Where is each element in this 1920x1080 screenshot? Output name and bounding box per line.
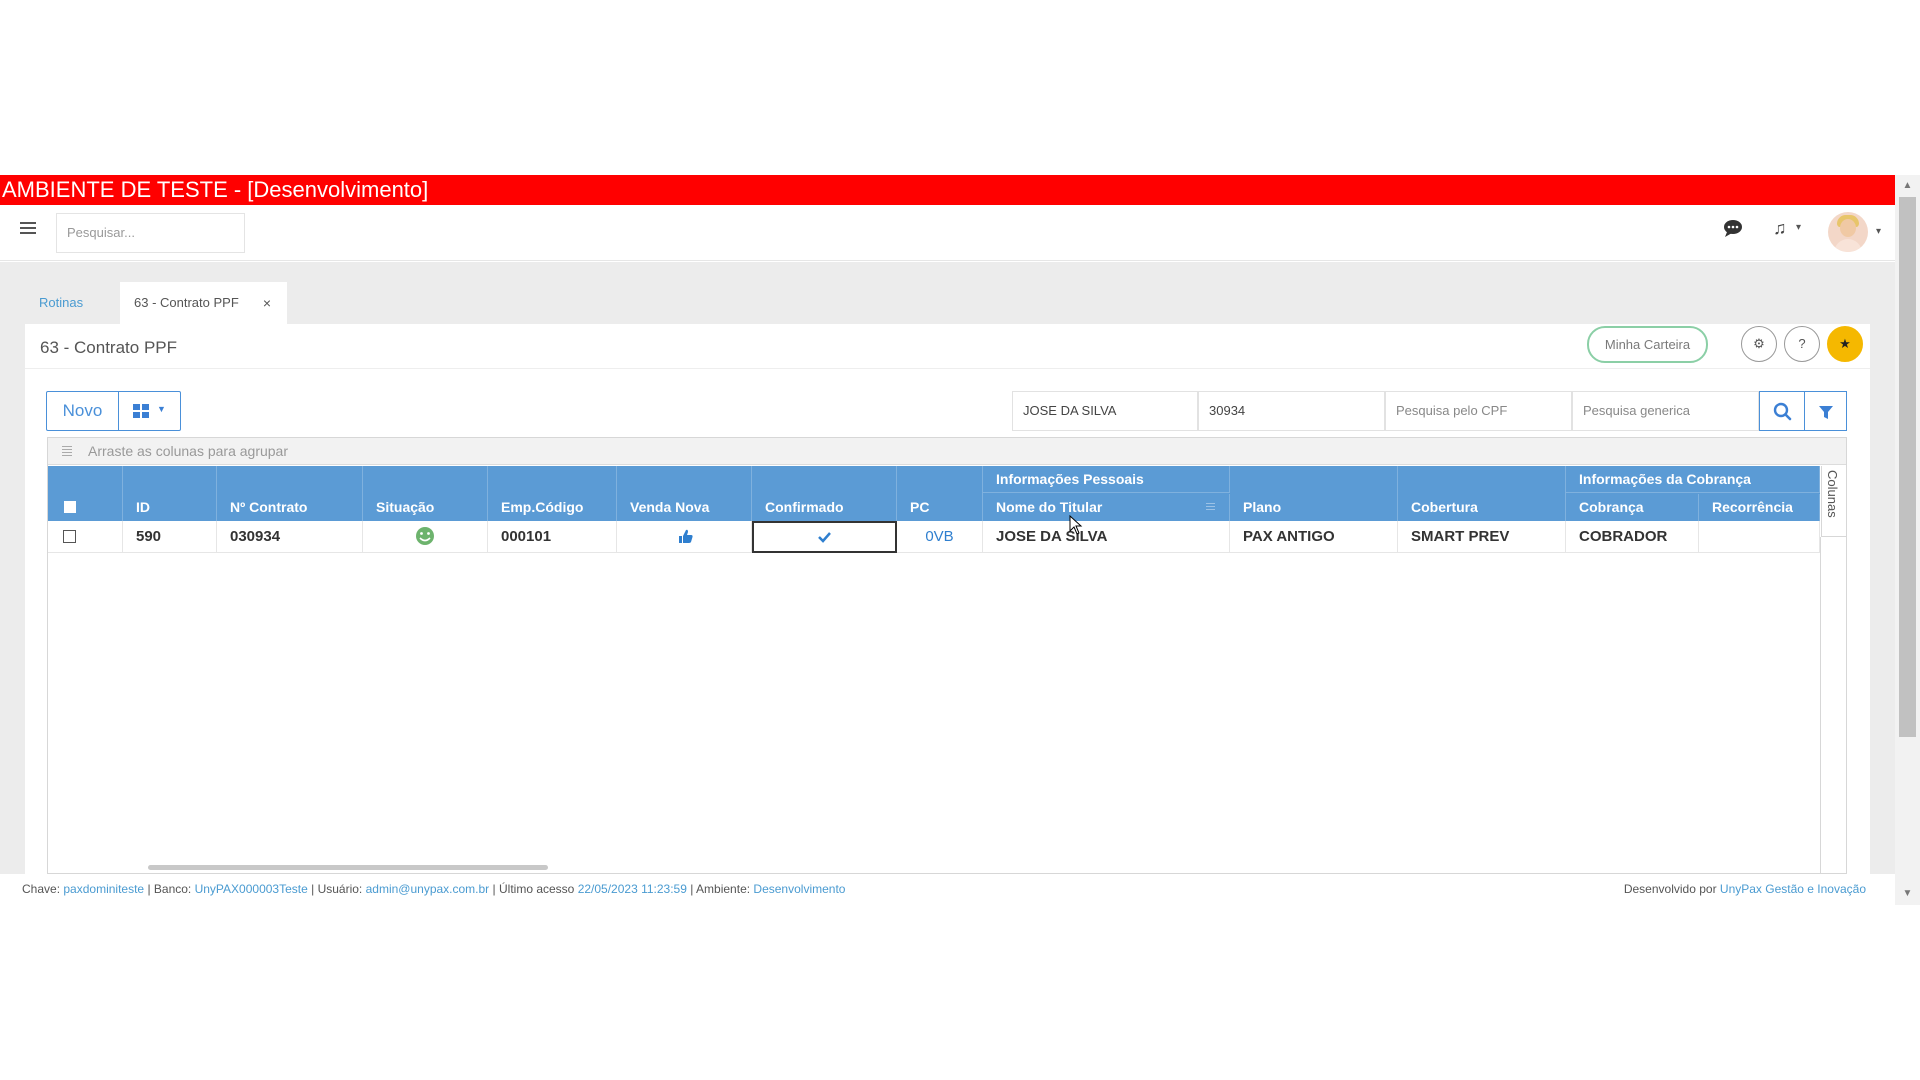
tab-rotinas[interactable]: Rotinas (25, 282, 120, 324)
cell-venda-nova (617, 521, 752, 553)
nome-filter-input[interactable]: JOSE DA SILVA (1012, 391, 1198, 431)
generic-filter-input[interactable]: Pesquisa generica (1572, 391, 1759, 431)
minha-carteira-button[interactable]: Minha Carteira (1587, 326, 1708, 363)
footer-acesso: 22/05/2023 11:23:59 (577, 882, 687, 896)
data-grid: Arraste as colunas para agrupar ID Nº Co… (47, 437, 1847, 874)
header-id[interactable]: ID (123, 466, 217, 521)
search-input[interactable]: Pesquisar... (56, 213, 245, 253)
thumbs-up-icon (679, 529, 693, 543)
star-icon[interactable]: ★ (1827, 326, 1863, 362)
row-select-cell (48, 521, 123, 553)
avatar-chevron-down-icon[interactable]: ▾ (1876, 226, 1881, 237)
scrollbar-thumb[interactable] (1899, 197, 1916, 737)
layout-dropdown-button[interactable]: ▼ (119, 391, 181, 431)
close-icon[interactable]: × (263, 282, 271, 324)
content-area: Rotinas 63 - Contrato PPF × 63 - Contrat… (0, 262, 1895, 874)
cell-contrato: 030934 (217, 521, 363, 553)
header-group-info-pessoais: Informações Pessoais (983, 466, 1230, 493)
header-contrato[interactable]: Nº Contrato (217, 466, 363, 521)
chat-icon[interactable] (1722, 219, 1744, 237)
divider (1820, 537, 1821, 874)
row-checkbox[interactable] (63, 530, 76, 543)
avatar[interactable] (1828, 212, 1868, 252)
cell-plano: PAX ANTIGO (1230, 521, 1398, 553)
header-venda-nova[interactable]: Venda Nova (617, 466, 752, 521)
chevron-down-icon[interactable]: ▾ (1796, 222, 1801, 233)
group-hint: Arraste as colunas para agrupar (88, 443, 288, 459)
columns-side-panel[interactable]: Colunas (1821, 466, 1846, 537)
header-cobranca[interactable]: Cobrança (1566, 494, 1699, 521)
mouse-cursor-icon (1069, 515, 1083, 535)
divider (25, 368, 1870, 369)
scroll-up-icon[interactable]: ▲ (1895, 177, 1920, 195)
header-cobertura[interactable]: Cobertura (1398, 466, 1566, 521)
tab-label: 63 - Contrato PPF (134, 295, 239, 310)
header-group-info-cobranca: Informações da Cobrança (1566, 466, 1820, 493)
footer-usuario[interactable]: admin@unypax.com.br (366, 882, 490, 896)
search-icon (1773, 402, 1792, 421)
cell-situacao (363, 521, 488, 553)
top-navbar: Pesquisar... ♫ ▾ ▾ (0, 205, 1895, 261)
header-recorrencia[interactable]: Recorrência (1699, 494, 1820, 521)
cell-cobranca: COBRADOR (1566, 521, 1699, 553)
gear-icon[interactable]: ⚙ (1741, 326, 1777, 362)
filter-button[interactable] (1805, 391, 1847, 431)
music-icon[interactable]: ♫ (1773, 218, 1787, 239)
scroll-down-icon[interactable]: ▼ (1895, 885, 1920, 903)
header-emp-codigo[interactable]: Emp.Código (488, 466, 617, 521)
header-select-all (48, 466, 123, 521)
footer-banco[interactable]: UnyPAX000003Teste (195, 882, 308, 896)
footer-credit: Desenvolvido por UnyPax Gestão e Inovaçã… (1623, 882, 1866, 896)
group-icon (62, 446, 72, 457)
columns-label: Colunas (1825, 470, 1840, 518)
header-pc[interactable]: PC (897, 466, 983, 521)
tab-contrato-ppf[interactable]: 63 - Contrato PPF × (120, 282, 287, 324)
cell-id: 590 (123, 521, 217, 553)
header-situacao[interactable]: Situação (363, 466, 488, 521)
cell-nome-titular: JOSE DA SILVA (983, 521, 1230, 553)
grid-header: ID Nº Contrato Situação Emp.Código Venda… (48, 466, 1820, 521)
footer-ambiente: Desenvolvimento (753, 882, 846, 896)
chevron-down-icon: ▼ (157, 404, 166, 414)
header-confirmado[interactable]: Confirmado (752, 466, 897, 521)
footer-info: Chave: paxdominiteste | Banco: UnyPAX000… (22, 882, 846, 896)
environment-banner: AMBIENTE DE TESTE - [Desenvolvimento] (0, 175, 1895, 205)
select-all-checkbox[interactable] (64, 501, 76, 513)
numero-filter-input[interactable]: 30934 (1198, 391, 1385, 431)
cell-confirmado[interactable] (752, 521, 897, 553)
main-panel: 63 - Contrato PPF Minha Carteira ⚙ ? ★ N… (25, 324, 1870, 874)
footer-chave[interactable]: paxdominiteste (63, 882, 144, 896)
check-icon (818, 532, 831, 543)
cell-pc[interactable]: 0VB (897, 521, 983, 553)
menu-icon[interactable] (20, 222, 36, 236)
cpf-filter-input[interactable]: Pesquisa pelo CPF (1385, 391, 1572, 431)
search-button[interactable] (1759, 391, 1805, 431)
cell-cobertura: SMART PREV (1398, 521, 1566, 553)
smiley-icon (416, 527, 434, 545)
page-title: 63 - Contrato PPF (40, 338, 178, 357)
header-nome-titular[interactable]: Nome do Titular (983, 494, 1230, 521)
header-plano[interactable]: Plano (1230, 466, 1398, 521)
vertical-scrollbar[interactable]: ▲ ▼ (1895, 175, 1920, 905)
group-drop-area[interactable]: Arraste as colunas para agrupar (48, 438, 1846, 465)
filter-icon (1819, 406, 1833, 419)
grid-icon (133, 404, 149, 418)
column-menu-icon[interactable] (1206, 503, 1215, 512)
cell-emp-codigo: 000101 (488, 521, 617, 553)
cell-recorrencia (1699, 521, 1820, 553)
app-frame: AMBIENTE DE TESTE - [Desenvolvimento] ▲ … (0, 175, 1920, 905)
footer: Chave: paxdominiteste | Banco: UnyPAX000… (0, 874, 1895, 905)
novo-button[interactable]: Novo (46, 391, 119, 431)
help-icon[interactable]: ? (1784, 326, 1820, 362)
table-row[interactable]: 590 030934 000101 0VB JOSE DA SILVA PAX … (48, 521, 1820, 553)
footer-dev-link[interactable]: UnyPax Gestão e Inovação (1720, 882, 1866, 896)
horizontal-scrollbar-thumb[interactable] (148, 865, 548, 870)
